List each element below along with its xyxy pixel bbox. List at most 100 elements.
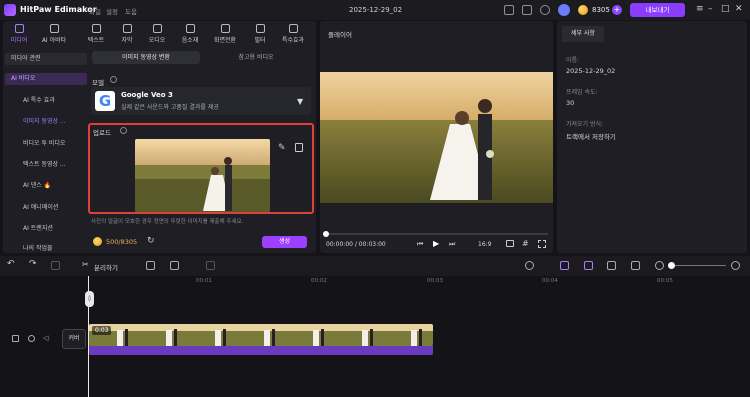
maximize-icon[interactable]: □ — [721, 4, 730, 15]
keyframe-icon[interactable] — [631, 261, 640, 270]
video-preview[interactable] — [320, 72, 553, 203]
redo-icon[interactable]: ↷ — [29, 259, 37, 269]
sticker-icon — [185, 24, 195, 33]
fit-icon[interactable] — [607, 261, 616, 270]
refresh-icon[interactable]: ↻ — [147, 236, 155, 246]
title-bar: HitPaw Edimakor 파일 설정 도움 2025-12-29_02 8… — [0, 0, 750, 20]
aspect-ratio-select[interactable]: 16:9 — [478, 241, 491, 248]
add-credits-icon[interactable]: + — [612, 5, 622, 15]
lock-icon[interactable] — [12, 335, 19, 342]
next-frame-icon[interactable]: ⏭ — [449, 240, 455, 249]
topnav-label: 오디오 — [148, 37, 166, 44]
microphone-icon[interactable] — [525, 261, 534, 270]
close-icon[interactable]: ✕ — [735, 4, 743, 15]
topnav-subtitle[interactable]: 자막 — [113, 24, 141, 44]
progress-handle[interactable] — [323, 231, 329, 237]
info-icon[interactable] — [120, 127, 127, 134]
hamburger-icon[interactable]: ≡ — [696, 4, 704, 15]
topnav-filter[interactable]: 필터 — [246, 24, 274, 44]
help-icon[interactable] — [540, 5, 550, 15]
menu-settings[interactable]: 설정 — [106, 6, 118, 16]
text-tool-icon[interactable] — [170, 261, 179, 270]
tab-image-to-video[interactable]: 이미지 동영상 변환 — [92, 51, 200, 64]
coin-icon — [578, 5, 588, 15]
magnet-icon[interactable] — [584, 261, 593, 270]
model-selector[interactable]: G Google Veo 3 실제 같은 사운드와 고품질 결과를 제공 ▼ — [91, 87, 311, 115]
menu-help[interactable]: 도움 — [125, 6, 137, 16]
topnav-audio[interactable]: 오디오 — [143, 24, 171, 44]
edit-icon[interactable]: ✎ — [278, 143, 286, 153]
trash-icon[interactable] — [295, 143, 303, 152]
player-panel: 플레이어 00:00:00 / 00:03:00 ⏮ ▶ ⏭ 16:9 # — [320, 21, 553, 253]
snapshot-icon[interactable] — [506, 240, 514, 247]
grid-icon[interactable]: # — [522, 239, 529, 248]
clip-duration: 0:03 — [92, 326, 112, 335]
sidebar-subitem[interactable]: 텍스트 동영상 ... — [5, 159, 87, 171]
video-clip[interactable]: 0:03 — [89, 324, 433, 346]
fullscreen-icon[interactable] — [538, 240, 546, 248]
sidebar-subitem[interactable]: AI 애니메이션 — [5, 202, 87, 214]
topnav-sticker[interactable]: 음소재 — [176, 24, 204, 44]
project-title: 2025-12-29_02 — [349, 6, 403, 14]
zoom-in-icon[interactable] — [731, 261, 740, 270]
media-icon — [14, 24, 24, 33]
sidebar-subitem[interactable]: AI 특수 효과 — [5, 95, 87, 107]
zoom-slider-handle[interactable] — [668, 262, 675, 269]
transition-icon — [220, 24, 230, 33]
topnav-avatar[interactable]: AI 아바타 — [40, 24, 68, 44]
filter-icon — [255, 24, 265, 33]
sidebar-subitem[interactable]: AI 댄스 🔥 — [5, 180, 87, 192]
time-tick: 00:05 — [657, 278, 673, 284]
scissors-icon[interactable]: ✂ — [82, 260, 89, 269]
generate-button[interactable]: 생성 — [262, 236, 307, 248]
crop-icon[interactable] — [206, 261, 215, 270]
topnav-media[interactable]: 미디어 — [5, 24, 33, 44]
music-icon — [152, 24, 162, 33]
player-time: 00:00:00 / 00:03:00 — [326, 241, 386, 248]
keyboard-icon[interactable] — [504, 5, 514, 15]
export-button[interactable]: 내보내기 — [630, 3, 685, 17]
undo-icon[interactable]: ↶ — [7, 259, 15, 269]
mute-icon[interactable]: ◁ — [43, 334, 48, 342]
minimize-icon[interactable]: – — [708, 4, 713, 15]
topnav-label: 자막 — [121, 37, 133, 44]
sidebar-subitem[interactable]: 나의 작업물 — [5, 243, 87, 251]
audio-waveform[interactable] — [89, 346, 433, 355]
credit-cost: 500/8305 — [106, 238, 138, 246]
chevron-down-icon[interactable]: ▼ — [297, 97, 303, 106]
topnav-label: AI 아바타 — [41, 37, 67, 44]
previous-frame-icon[interactable]: ⏮ — [417, 240, 423, 249]
playhead-handle[interactable]: ◊ — [85, 291, 94, 307]
progress-track[interactable] — [326, 233, 548, 235]
cover-button[interactable]: 커버 — [62, 329, 86, 349]
info-icon[interactable] — [110, 76, 117, 83]
delete-icon[interactable] — [51, 261, 60, 270]
play-icon[interactable]: ▶ — [433, 239, 439, 248]
sidebar-subitem[interactable]: AI 트랜지션 — [5, 223, 87, 235]
menu-file[interactable]: 파일 — [89, 6, 101, 16]
time-tick: 00:02 — [311, 278, 327, 284]
sidebar-item-ai-video[interactable]: AI 비디오 — [5, 73, 87, 85]
tab-details[interactable]: 세부 사항 — [562, 26, 604, 42]
avatar[interactable] — [558, 4, 570, 16]
zoom-slider[interactable] — [670, 265, 726, 266]
sidebar-subitem[interactable]: 이미지 동영상 ... — [5, 116, 87, 128]
topnav-text[interactable]: 텍스트 — [82, 24, 110, 44]
time-tick: 00:03 — [427, 278, 443, 284]
shield-icon[interactable] — [146, 261, 155, 270]
visibility-icon[interactable] — [28, 335, 35, 342]
zoom-out-icon[interactable] — [655, 261, 664, 270]
sidebar-item-media[interactable]: 미디어 관련 — [5, 53, 87, 65]
split-label[interactable]: 분리하기 — [94, 262, 118, 272]
topnav-transition[interactable]: 화면전환 — [211, 24, 239, 44]
google-logo: G — [95, 91, 115, 111]
topnav-label: 텍스트 — [87, 37, 105, 44]
topnav-label: 필터 — [254, 37, 266, 44]
tab-reference-video[interactable]: 참고용 비디오 — [201, 51, 311, 64]
message-icon[interactable] — [522, 5, 532, 15]
time-tick: 00:01 — [196, 278, 212, 284]
sidebar-subitem[interactable]: 비디오 투 비디오 — [5, 138, 87, 150]
link-icon[interactable] — [560, 261, 569, 270]
upload-area[interactable]: 업로드 ✎ — [88, 123, 314, 214]
topnav-effects[interactable]: 특수효과 — [279, 24, 307, 44]
